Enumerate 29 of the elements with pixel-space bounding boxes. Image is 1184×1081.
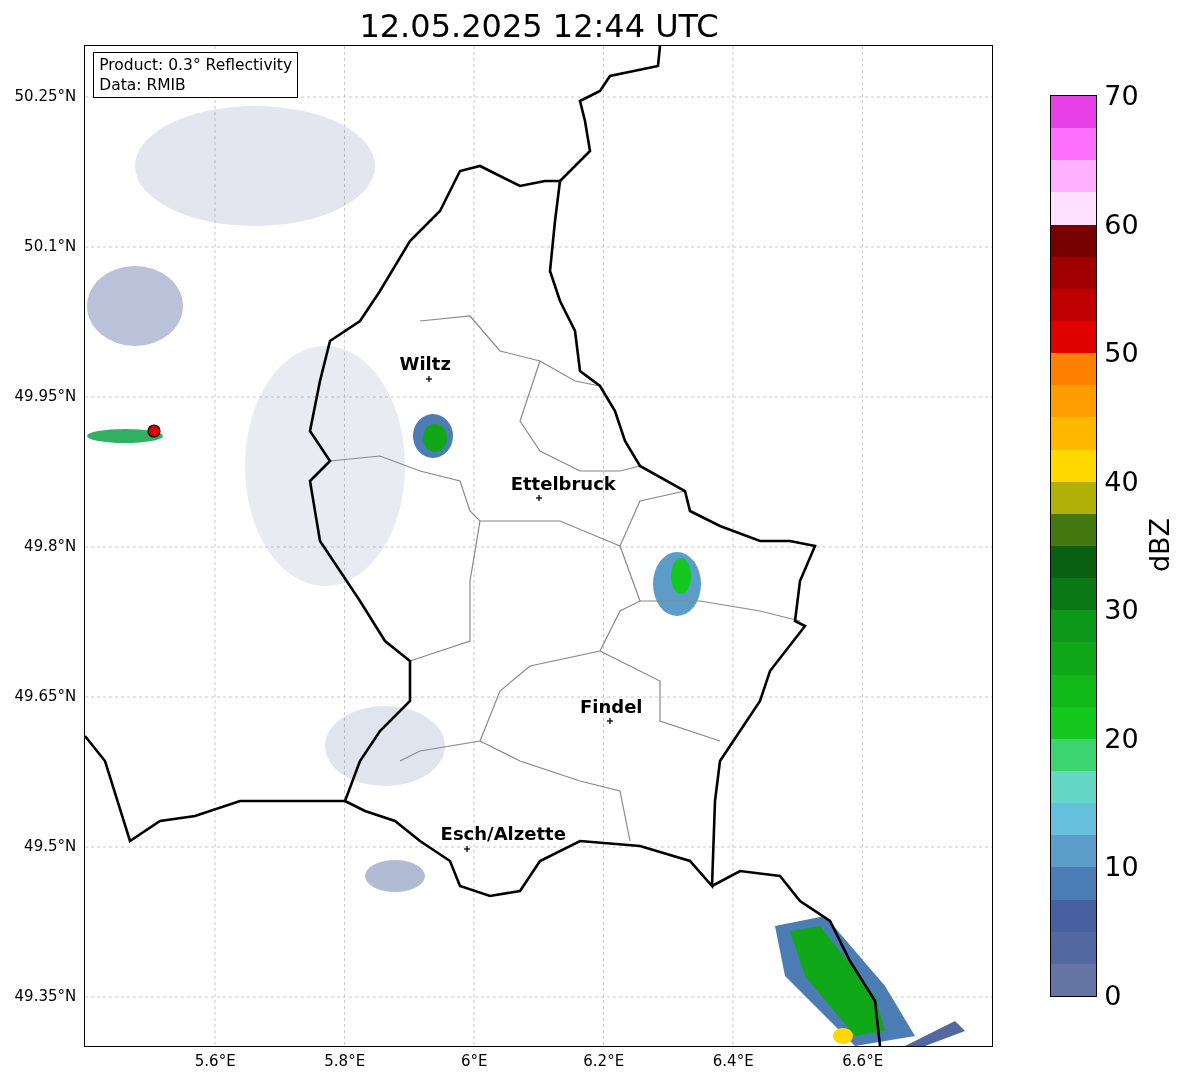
city-label: Ettelbruck [510, 472, 616, 494]
colorbar-tick-label: 40 [1103, 465, 1139, 497]
colorbar-label: dBZ [1143, 517, 1175, 573]
latitude-label: 49.35°N [14, 987, 77, 1005]
longitude-label: 6.6°E [842, 1052, 884, 1070]
legend-text: Product: 0.3° Reflectivity [99, 55, 293, 75]
colorbar-tick-label: 60 [1103, 208, 1139, 240]
latitude-label: 49.65°N [14, 687, 77, 705]
city-label: Findel [579, 695, 643, 717]
city-label: Esch/Alzette [440, 822, 566, 844]
longitude-label: 6.2°E [583, 1052, 625, 1070]
latitude-label: 49.8°N [24, 537, 77, 555]
city-label: Wiltz [399, 352, 451, 374]
latitude-label: 50.25°N [14, 87, 77, 105]
latitude-label: 49.95°N [14, 387, 77, 405]
colorbar-tick-label: 50 [1103, 336, 1139, 368]
colorbar-tick-label: 70 [1103, 79, 1139, 111]
colorbar-tick-label: 10 [1103, 850, 1139, 882]
colorbar-tick-label: 30 [1103, 593, 1139, 625]
longitude-label: 5.8°E [324, 1052, 366, 1070]
chart-title: 12.05.2025 12:44 UTC [358, 6, 720, 45]
legend-text: Data: RMIB [99, 75, 187, 95]
longitude-label: 6.4°E [712, 1052, 754, 1070]
latitude-label: 49.5°N [24, 837, 77, 855]
colorbar-tick-label: 0 [1103, 979, 1122, 1011]
longitude-label: 5.6°E [194, 1052, 236, 1070]
colorbar-tick-label: 20 [1103, 722, 1139, 754]
latitude-label: 50.1°N [24, 237, 77, 255]
longitude-label: 6°E [460, 1052, 488, 1070]
